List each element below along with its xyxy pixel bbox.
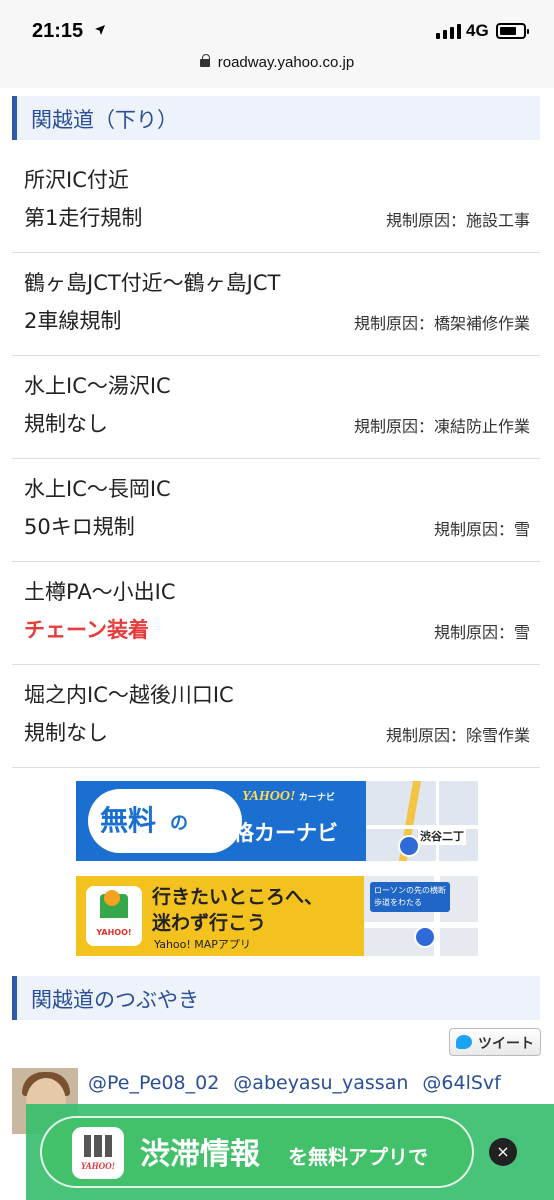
regulation-cause: 規制原因：除雪作業 — [385, 726, 530, 745]
person-location-icon — [414, 926, 436, 948]
status-bar: 21:15 4G roadway.yahoo.co.jp — [0, 0, 554, 88]
regulation-row[interactable]: 所沢IC付近 第1走行規制 規制原因：施設工事 — [12, 150, 540, 253]
brand-sub: カーナビ — [298, 793, 335, 803]
regulation-location: 堀之内IC〜越後川口IC — [24, 683, 234, 707]
regulation-row[interactable]: 土樽PA〜小出IC チェーン装着 規制原因：雪 — [12, 562, 540, 665]
regulation-status: 2車線規制 — [24, 309, 122, 333]
regulation-row[interactable]: 堀之内IC〜越後川口IC 規制なし 規制原因：除雪作業 — [12, 665, 540, 768]
lock-icon — [199, 54, 210, 67]
regulation-location: 所沢IC付近 — [24, 168, 129, 192]
address-bar[interactable]: roadway.yahoo.co.jp — [0, 54, 554, 71]
direction-tooltip: ローソンの先の横断歩道をわたる — [370, 882, 450, 912]
tweets-section-title: 関越道のつぶやき — [31, 988, 199, 1012]
network-type: 4G — [466, 21, 489, 40]
regulation-row[interactable]: 水上IC〜湯沢IC 規制なし 規制原因：凍結防止作業 — [12, 356, 540, 459]
section-header-tweets: 関越道のつぶやき — [12, 976, 540, 1020]
close-icon[interactable]: × — [489, 1138, 517, 1166]
no-label: の — [170, 813, 188, 834]
yahoo-map-app-icon: YAHOO! — [86, 886, 142, 946]
location-arrow-icon — [95, 25, 105, 35]
tweet-button[interactable]: ツイート — [449, 1028, 541, 1056]
regulation-location: 水上IC〜湯沢IC — [24, 374, 171, 398]
promo-app-label: YAHOO! — [80, 1161, 116, 1171]
regulation-cause: 規制原因：橋架補修作業 — [353, 314, 530, 333]
carnavi-ad-banner[interactable]: 無料 の YAHOO! カーナビ 本格カーナビ 渋谷二丁 — [76, 781, 478, 861]
section-header-regulations: 関越道（下り） — [12, 96, 540, 140]
navigation-arrow-icon — [398, 835, 420, 857]
regulation-location: 鶴ヶ島JCT付近〜鶴ヶ島JCT — [24, 271, 281, 295]
traffic-app-icon: YAHOO! — [72, 1127, 124, 1179]
url-text: roadway.yahoo.co.jp — [217, 54, 355, 71]
regulation-location: 土樽PA〜小出IC — [24, 580, 176, 604]
handle-link[interactable]: @abeyasu_yassan — [233, 1072, 408, 1094]
brand-name: YAHOO! — [242, 789, 296, 804]
regulation-location: 水上IC〜長岡IC — [24, 477, 171, 501]
handle-link[interactable]: @Pe_Pe08_02 — [88, 1072, 219, 1094]
regulation-cause: 規制原因：雪 — [433, 520, 530, 539]
map-thumbnail: 渋谷二丁 — [366, 781, 478, 861]
yahoo-map-ad-banner[interactable]: YAHOO! 行きたいところへ、 迷わず行こう Yahoo! MAPアプリ ロー… — [76, 876, 478, 956]
map-thumbnail: ローソンの先の横断歩道をわたる — [364, 876, 478, 956]
clock: 21:15 — [32, 20, 84, 42]
battery-icon — [496, 23, 529, 39]
section-title: 関越道（下り） — [31, 108, 178, 132]
regulation-row[interactable]: 鶴ヶ島JCT付近〜鶴ヶ島JCT 2車線規制 規制原因：橋架補修作業 — [12, 253, 540, 356]
app-icon-label: YAHOO! — [96, 928, 132, 937]
twitter-bird-icon — [456, 1035, 472, 1049]
yahoo-carnavi-logo: YAHOO! カーナビ — [242, 789, 335, 805]
tweet-button-label: ツイート — [478, 1036, 534, 1052]
tweet-handles: @Pe_Pe08_02 @abeyasu_yassan @64lSvf — [88, 1072, 501, 1094]
regulation-status: 50キロ規制 — [24, 515, 135, 539]
map-app-name: Yahoo! MAPアプリ — [154, 938, 251, 951]
carnavi-headline: 本格カーナビ — [212, 821, 338, 845]
regulation-status: 規制なし — [24, 721, 108, 745]
free-label: 無料 — [100, 804, 157, 837]
street-sign: 渋谷二丁 — [418, 827, 466, 845]
regulation-cause: 規制原因：雪 — [433, 623, 530, 642]
handle-link[interactable]: @64lSvf — [422, 1072, 500, 1094]
regulation-status: 規制なし — [24, 412, 108, 436]
regulation-cause: 規制原因：施設工事 — [385, 211, 530, 230]
promo-subtext: を無料アプリで — [288, 1145, 428, 1169]
regulation-row[interactable]: 水上IC〜長岡IC 50キロ規制 規制原因：雪 — [12, 459, 540, 562]
map-headline-1: 行きたいところへ、 — [152, 886, 324, 908]
promo-headline: 渋滞情報 — [140, 1137, 260, 1172]
regulation-status-chain: チェーン装着 — [24, 618, 149, 642]
regulation-cause: 規制原因：凍結防止作業 — [353, 417, 530, 436]
signal-icon — [436, 24, 461, 39]
map-headline-2: 迷わず行こう — [152, 912, 267, 934]
regulation-status: 第1走行規制 — [24, 206, 143, 230]
